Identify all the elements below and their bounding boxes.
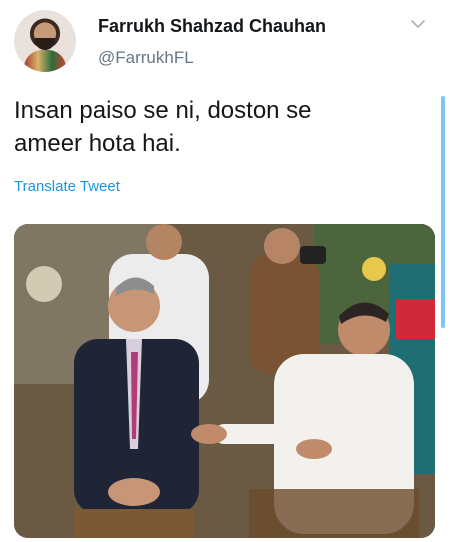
scrollbar[interactable]	[441, 96, 445, 328]
author-handle[interactable]: @FarrukhFL	[98, 48, 194, 68]
photo-illustration	[14, 224, 435, 538]
author-name[interactable]: Farrukh Shahzad Chauhan	[98, 16, 326, 37]
tweet-text: Insan paiso se ni, doston se ameer hota …	[14, 94, 424, 160]
avatar-shirt	[24, 50, 66, 72]
tweet-header: Farrukh Shahzad Chauhan @FarrukhFL	[14, 10, 430, 80]
avatar[interactable]	[14, 10, 76, 72]
tweet-text-line-2: ameer hota hai.	[14, 130, 181, 157]
tweet-card: Farrukh Shahzad Chauhan @FarrukhFL Insan…	[0, 0, 440, 542]
tweet-text-line-1: Insan paiso se ni, doston se	[14, 97, 312, 124]
translate-tweet-link[interactable]: Translate Tweet	[14, 178, 120, 195]
avatar-beard	[35, 38, 55, 50]
tweet-photo[interactable]	[14, 224, 435, 538]
chevron-down-icon[interactable]	[410, 16, 426, 32]
